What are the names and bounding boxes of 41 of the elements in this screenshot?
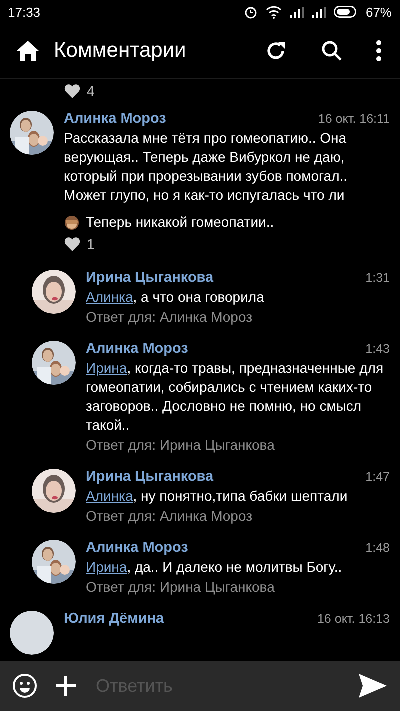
clock-time: 17:33 bbox=[8, 4, 41, 20]
comment-time: 16 окт. 16:11 bbox=[318, 112, 390, 126]
comment-time: 1:31 bbox=[366, 271, 390, 285]
author-name[interactable]: Алинка Мороз bbox=[86, 540, 188, 556]
comment-time: 1:43 bbox=[366, 342, 390, 356]
add-icon[interactable] bbox=[54, 674, 78, 698]
signal-icon bbox=[312, 6, 326, 18]
signal-icon bbox=[290, 6, 304, 18]
home-icon[interactable] bbox=[16, 40, 40, 62]
heart-icon[interactable] bbox=[64, 236, 81, 252]
battery-level: 67% bbox=[366, 4, 392, 20]
mention-link[interactable]: Алинка bbox=[86, 289, 134, 305]
wifi-icon bbox=[266, 6, 282, 18]
battery-icon bbox=[334, 6, 358, 18]
reply-to-label: Ответ для: Ирина Цыганкова bbox=[86, 437, 276, 453]
author-name[interactable]: Юлия Дёмина bbox=[64, 611, 164, 627]
reply-to-label: Ответ для: Алинка Мороз bbox=[86, 508, 254, 524]
author-name[interactable]: Алинка Мороз bbox=[86, 341, 188, 357]
like-count: 1 bbox=[87, 236, 95, 252]
author-name[interactable]: Ирина Цыганкова bbox=[86, 270, 214, 286]
comment-time: 1:47 bbox=[366, 470, 390, 484]
comment-text: Ирина, да.. И далеко не молитвы Богу.. bbox=[86, 558, 344, 577]
mention-link[interactable]: Ирина bbox=[86, 360, 128, 376]
comment-text: Алинка, а что она говорила bbox=[86, 288, 266, 307]
author-name[interactable]: Ирина Цыганкова bbox=[86, 469, 214, 485]
comment-text: Теперь никакой гомеопатии.. bbox=[86, 213, 274, 232]
mention-link[interactable]: Алинка bbox=[86, 488, 134, 504]
comment-text: Рассказала мне тётя про гомеопатию.. Она верующая.. Теперь даже Вибуркол не даю, который при прорезывании зубов помогал.. Может глупо, но я как-то испугалась что ли bbox=[64, 129, 349, 205]
heart-icon[interactable] bbox=[64, 84, 81, 98]
comment-time: 1:48 bbox=[366, 541, 390, 555]
comment-text: Ирина, когда-то травы, предназначенные для гомеопатии, собирались с чтением каких-то заговоров.. Дословно не помню, но смысл такой.. bbox=[86, 359, 385, 435]
reply-to-label: Ответ для: Алинка Мороз bbox=[86, 309, 254, 325]
comment-time: 16 окт. 16:13 bbox=[317, 612, 390, 626]
emoji-icon[interactable] bbox=[12, 673, 38, 699]
like-count: 4 bbox=[87, 83, 95, 99]
reply-to-label: Ответ для: Ирина Цыганкова bbox=[86, 579, 276, 595]
comment-text: Алинка, ну понятно,типа бабки шептали bbox=[86, 487, 349, 506]
screen-title: Комментарии bbox=[54, 39, 188, 63]
send-icon[interactable] bbox=[358, 673, 388, 699]
mention-link[interactable]: Ирина bbox=[86, 559, 128, 575]
author-name[interactable]: Алинка Мороз bbox=[64, 111, 166, 127]
